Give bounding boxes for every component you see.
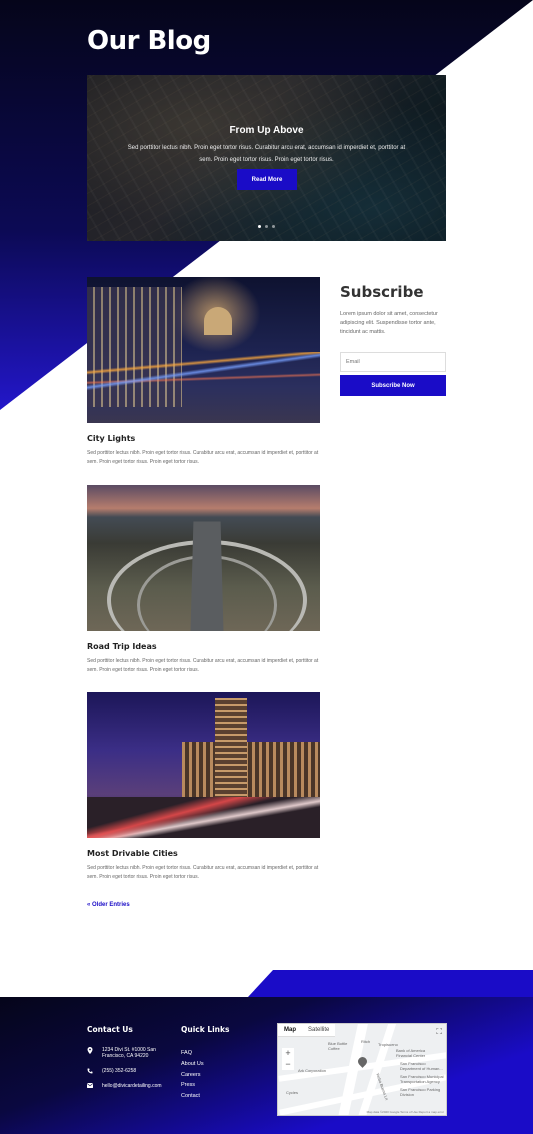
post-excerpt: Sed porttitor lectus nibh. Proin eget to… — [87, 865, 319, 880]
map-pin-icon — [87, 1047, 93, 1054]
map-attribution: Map data ©2020 Google Terms of Use Repor… — [366, 1110, 444, 1114]
contact-heading: Contact Us — [87, 1025, 133, 1034]
footer-link-press[interactable]: Press — [181, 1082, 195, 1088]
map-label: San Francisco Department of Human... — [400, 1061, 443, 1071]
contact-email: hello@divicardetailing.com — [86, 1083, 162, 1089]
slider-dot[interactable] — [265, 225, 268, 228]
email-input[interactable] — [340, 352, 446, 372]
location-map[interactable]: Map Satellite ⛶ + − Bank of America Fina… — [277, 1023, 447, 1116]
phone-icon — [87, 1068, 93, 1074]
map-label: Bank of America Financial Center — [396, 1048, 426, 1058]
zoom-controls: + − — [282, 1048, 294, 1070]
map-label: Blue Bottle Coffee — [328, 1041, 348, 1051]
contact-address: 1234 Divi St. #1000 San Francisco, CA 94… — [87, 1047, 160, 1059]
post-image[interactable] — [87, 692, 320, 838]
post-excerpt: Sed porttitor lectus nibh. Proin eget to… — [87, 658, 319, 673]
post-image[interactable] — [87, 485, 320, 631]
envelope-icon — [86, 1083, 94, 1089]
page-title: Our Blog — [87, 26, 211, 56]
quick-links-heading: Quick Links — [181, 1025, 230, 1034]
post-title[interactable]: City Lights — [87, 434, 320, 443]
map-label: Ritch — [361, 1039, 371, 1044]
older-entries-link[interactable]: « Older Entries — [87, 902, 130, 908]
subscribe-title: Subscribe — [340, 283, 424, 301]
hero-slider[interactable]: From Up Above Sed porttitor lectus nibh.… — [87, 75, 446, 241]
slide-text: Sed porttitor lectus nibh. Proin eget to… — [127, 145, 406, 163]
footer-link-contact[interactable]: Contact — [181, 1093, 200, 1099]
subscribe-text: Lorem ipsum dolor sit amet, consectetur … — [340, 311, 438, 335]
address-text: 1234 Divi St. #1000 San Francisco, CA 94… — [102, 1047, 156, 1059]
subscribe-button[interactable]: Subscribe Now — [340, 375, 446, 396]
slider-dot[interactable] — [258, 225, 261, 228]
zoom-out-button[interactable]: − — [282, 1059, 294, 1070]
zoom-in-button[interactable]: + — [282, 1048, 294, 1059]
post-title[interactable]: Road Trip Ideas — [87, 642, 320, 651]
phone-text[interactable]: (255) 352-6258 — [102, 1068, 136, 1074]
map-type-tabs: Map Satellite — [278, 1024, 336, 1037]
slider-dot[interactable] — [272, 225, 275, 228]
blog-post: Road Trip Ideas Sed porttitor lectus nib… — [87, 485, 320, 675]
blog-post: City Lights Sed porttitor lectus nibh. P… — [87, 277, 320, 467]
slide-title: From Up Above — [229, 125, 304, 136]
footer-link-careers[interactable]: Careers — [181, 1072, 201, 1078]
email-text[interactable]: hello@divicardetailing.com — [102, 1083, 162, 1089]
post-excerpt: Sed porttitor lectus nibh. Proin eget to… — [87, 450, 319, 465]
map-tab[interactable]: Map — [278, 1024, 302, 1036]
map-label: Tropisueno — [378, 1042, 398, 1047]
fullscreen-icon[interactable]: ⛶ — [436, 1027, 442, 1037]
blog-post: Most Drivable Cities Sed porttitor lectu… — [87, 692, 320, 882]
map-label: Cycles — [286, 1090, 299, 1095]
slider-dots — [87, 225, 446, 228]
map-label: San Francisco Municipal Transportation A… — [400, 1074, 444, 1084]
post-image[interactable] — [87, 277, 320, 423]
post-title[interactable]: Most Drivable Cities — [87, 849, 320, 858]
read-more-button[interactable]: Read More — [237, 169, 297, 190]
map-label: Ark Corporation — [298, 1068, 327, 1073]
footer — [0, 997, 533, 1134]
map-label: San Francisco Parking Division — [400, 1087, 441, 1097]
footer-link-faq[interactable]: FAQ — [181, 1050, 192, 1056]
contact-phone: (255) 352-6258 — [87, 1068, 136, 1074]
footer-link-about-us[interactable]: About Us — [181, 1061, 204, 1067]
satellite-tab[interactable]: Satellite — [302, 1024, 335, 1036]
